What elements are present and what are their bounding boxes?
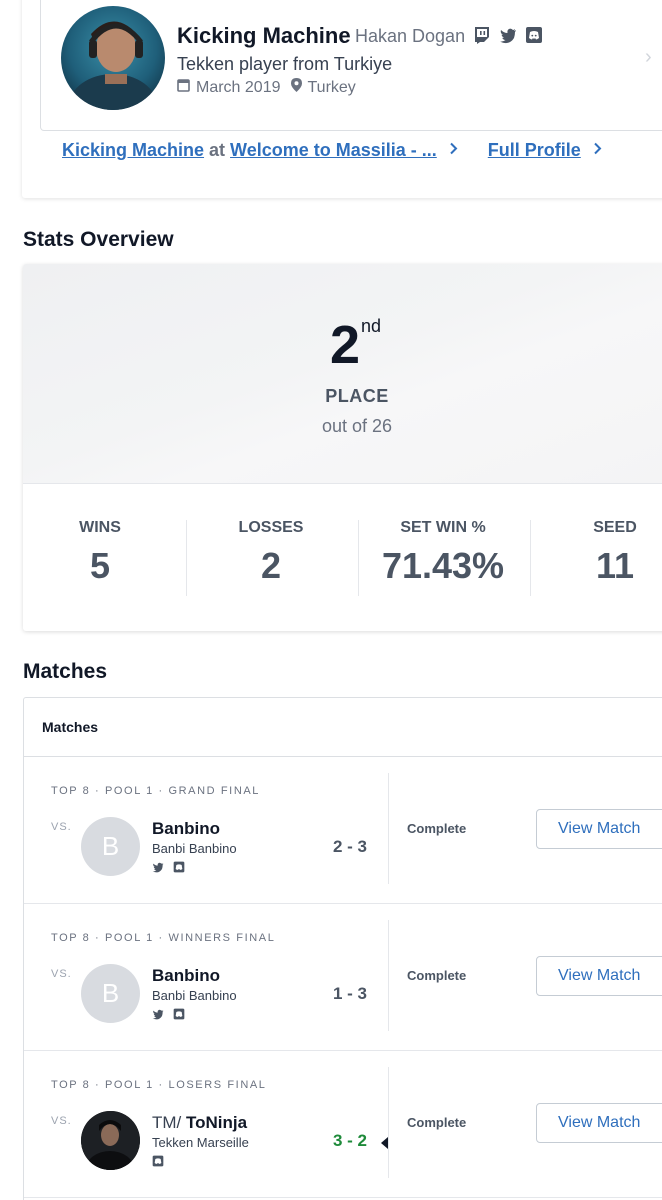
- calendar-icon: [177, 78, 190, 97]
- match-round: TOP 8 · POOL 1 · GRAND FINAL: [51, 785, 261, 797]
- match-status: Complete: [407, 1115, 467, 1130]
- match-score: 1 - 3: [333, 984, 368, 1003]
- stat-divider: [530, 520, 531, 596]
- row-divider: [388, 920, 389, 1031]
- discord-icon[interactable]: [173, 1007, 185, 1020]
- opponent-social-links: [152, 860, 185, 873]
- row-divider: [388, 773, 389, 884]
- row-divider: [388, 1067, 389, 1178]
- player-meta: March 2019 Turkey: [177, 78, 356, 97]
- stat-label: LOSSES: [238, 519, 304, 536]
- opponent-real-name: Banbi Banbino: [152, 988, 237, 1003]
- opponent-avatar[interactable]: [81, 1111, 140, 1170]
- stat-losses: LOSSES 2: [191, 519, 351, 587]
- stat-set-win-pct: SET WIN % 71.43%: [363, 519, 523, 587]
- stat-wins: WINS 5: [23, 519, 180, 587]
- discord-icon[interactable]: [152, 1154, 164, 1167]
- stats-section-title: Stats Overview: [23, 228, 174, 251]
- vs-label: VS.: [51, 1115, 72, 1127]
- match-row: TOP 8 · POOL 1 · WINNERS FINAL VS. B Ban…: [24, 904, 662, 1051]
- link-at-text: at: [209, 140, 226, 160]
- opponent-tag: Banbino: [152, 819, 220, 838]
- placement-out-of: out of 26: [321, 416, 393, 436]
- player-joined-date: March 2019: [196, 78, 281, 96]
- matches-section-title: Matches: [23, 660, 108, 683]
- player-profile-card: Kicking Machine Hakan Dogan Tekken playe…: [22, 0, 662, 198]
- placement-label: PLACE: [325, 386, 389, 406]
- stats-card: 2 nd PLACE out of 26 WINS 5 LOSSES 2 SET…: [23, 264, 662, 631]
- match-row: TOP 8 · POOL 1 · GRAND FINAL VS. B Banbi…: [24, 757, 662, 904]
- stat-value: 71.43%: [381, 545, 505, 586]
- win-indicator-icon: [381, 1137, 388, 1149]
- opponent-tag: ToNinja: [186, 1113, 248, 1132]
- player-location: Turkey: [307, 78, 356, 96]
- player-bio: Tekken player from Turkiye: [177, 54, 393, 74]
- twitter-icon[interactable]: [152, 1007, 164, 1020]
- stat-value: 11: [595, 545, 635, 586]
- event-player-link[interactable]: Kicking Machine: [62, 140, 204, 161]
- stat-label: SET WIN %: [400, 519, 486, 536]
- stat-value: 5: [89, 545, 111, 586]
- opponent-name[interactable]: Banbino: [152, 819, 220, 839]
- matches-card-header: Matches: [24, 698, 662, 757]
- placement-number: 2: [330, 315, 361, 375]
- opponent-name[interactable]: TM/ ToNinja: [152, 1113, 247, 1133]
- twitter-icon[interactable]: [152, 860, 164, 873]
- chevron-right-icon: [593, 142, 602, 160]
- stat-label: SEED: [593, 519, 637, 536]
- profile-links: Kicking Machine at Welcome to Massilia -…: [62, 140, 632, 161]
- matches-header-label: Matches: [42, 719, 99, 735]
- full-profile-link[interactable]: Full Profile: [488, 140, 581, 161]
- match-round: TOP 8 · POOL 1 · WINNERS FINAL: [51, 932, 276, 944]
- stat-seed: SEED 11: [535, 519, 662, 587]
- chevron-right-icon: ›: [645, 46, 652, 68]
- view-match-button[interactable]: View Match: [536, 1103, 662, 1143]
- match-status: Complete: [407, 821, 467, 836]
- opponent-tag: Banbino: [152, 966, 220, 985]
- player-gamer-tag: Kicking Machine: [177, 23, 351, 48]
- event-name-link[interactable]: Welcome to Massilia - ...: [230, 140, 437, 161]
- view-match-button[interactable]: View Match: [536, 809, 662, 849]
- match-score: 3 - 2: [333, 1131, 368, 1150]
- match-row: TOP 8 · POOL 1 · LOSERS FINAL VS. TM/ To…: [24, 1051, 662, 1198]
- twitch-icon[interactable]: [473, 26, 491, 44]
- location-pin-icon: [290, 78, 302, 97]
- match-score: 2 - 3: [333, 837, 368, 856]
- vs-label: VS.: [51, 968, 72, 980]
- stat-divider: [186, 520, 187, 596]
- opponent-real-name: Banbi Banbino: [152, 841, 237, 856]
- opponent-avatar[interactable]: B: [81, 817, 140, 876]
- discord-icon[interactable]: [525, 26, 543, 44]
- placement-panel: 2 nd PLACE out of 26: [23, 264, 662, 484]
- opponent-social-links: [152, 1007, 185, 1020]
- placement-suffix: nd: [361, 316, 382, 336]
- opponent-avatar[interactable]: B: [81, 964, 140, 1023]
- match-status: Complete: [407, 968, 467, 983]
- opponent-name[interactable]: Banbino: [152, 966, 220, 986]
- stat-divider: [358, 520, 359, 596]
- matches-card: Matches TOP 8 · POOL 1 · GRAND FINAL VS.…: [23, 697, 662, 1200]
- player-header[interactable]: Kicking Machine Hakan Dogan Tekken playe…: [40, 0, 662, 131]
- match-round: TOP 8 · POOL 1 · LOSERS FINAL: [51, 1079, 267, 1091]
- stat-value: 2: [260, 545, 282, 586]
- view-match-button[interactable]: View Match: [536, 956, 662, 996]
- stat-label: WINS: [79, 519, 121, 536]
- opponent-social-links: [152, 1154, 164, 1167]
- vs-label: VS.: [51, 821, 72, 833]
- player-real-name: Hakan Dogan: [355, 26, 466, 46]
- player-avatar: [61, 6, 165, 110]
- chevron-right-icon: [449, 142, 458, 160]
- player-social-links: [473, 26, 543, 44]
- discord-icon[interactable]: [173, 860, 185, 873]
- opponent-prefix: TM/: [152, 1113, 186, 1132]
- opponent-real-name: Tekken Marseille: [152, 1135, 249, 1150]
- twitter-icon[interactable]: [499, 26, 517, 44]
